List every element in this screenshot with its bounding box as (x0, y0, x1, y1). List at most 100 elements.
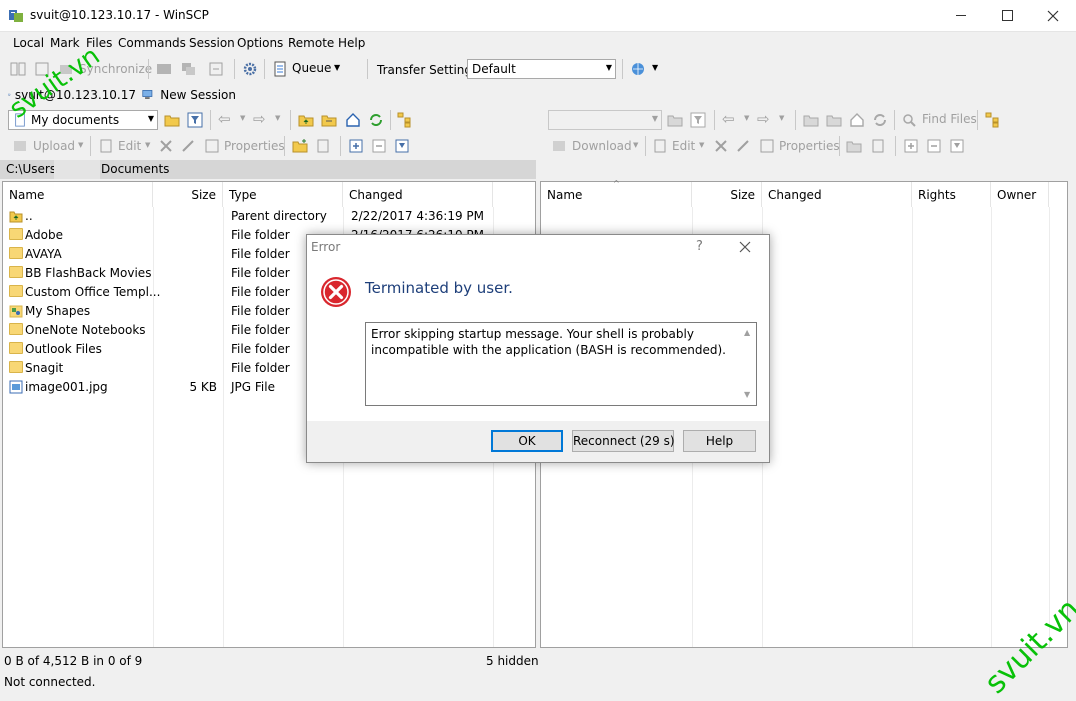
menu-session[interactable]: Session (189, 36, 235, 50)
remote-select-files-icon[interactable] (903, 138, 919, 154)
menu-commands[interactable]: Commands (118, 36, 186, 50)
column-header-changed[interactable]: Changed (762, 182, 912, 207)
transfer-settings-select[interactable]: Default▼ (467, 59, 616, 79)
toolbar-separator (977, 110, 978, 130)
filter-icon[interactable] (187, 112, 203, 128)
chevron-down-icon[interactable]: ▼ (334, 63, 340, 72)
local-nav-toolbar: My documents ▼ ⇦ ▼ ⇨ ▼ (0, 108, 536, 132)
remote-location-select[interactable]: ▼ (548, 110, 662, 130)
local-edit-button[interactable]: Edit (118, 139, 141, 153)
ok-button[interactable]: OK (491, 430, 563, 452)
hidden-files-count[interactable]: 5 hidden (486, 654, 539, 668)
table-row[interactable]: ..Parent directory2/22/2017 4:36:19 PM (3, 207, 493, 226)
remote-refresh-icon[interactable] (872, 112, 888, 128)
chevron-down-icon[interactable]: ▼ (779, 114, 784, 122)
root-directory-icon[interactable] (321, 112, 337, 128)
remote-new-folder-icon[interactable] (846, 138, 862, 154)
column-header-changed[interactable]: Changed (343, 182, 493, 207)
minimize-button[interactable] (938, 0, 984, 31)
column-header-type[interactable]: Type (223, 182, 343, 207)
remote-filter-files-icon[interactable] (949, 138, 965, 154)
remote-back-arrow-icon[interactable]: ⇦ (722, 110, 735, 128)
remote-home-icon[interactable] (849, 112, 865, 128)
remote-root-directory-icon[interactable] (826, 112, 842, 128)
globe-sync-icon[interactable] (630, 61, 646, 77)
parent-directory-icon[interactable] (298, 112, 314, 128)
toolbar-separator (264, 59, 265, 79)
new-file-icon[interactable] (315, 138, 331, 154)
remote-filter-icon[interactable] (690, 112, 706, 128)
select-files-icon[interactable] (348, 138, 364, 154)
maximize-button[interactable] (984, 0, 1030, 31)
remote-new-file-icon[interactable] (870, 138, 886, 154)
scroll-up-icon[interactable]: ▲ (744, 325, 750, 341)
remote-tree-view-icon[interactable] (985, 112, 1001, 128)
winscp-app-icon (8, 8, 24, 24)
column-header-size[interactable]: Size (692, 182, 762, 207)
column-header-rights[interactable]: Rights (912, 182, 991, 207)
compare-directories-icon[interactable] (10, 61, 26, 77)
file-name: .. (25, 209, 33, 223)
file-type: File folder (231, 285, 290, 299)
open-directory-icon[interactable] (208, 61, 224, 77)
remote-unselect-files-icon[interactable] (926, 138, 942, 154)
chevron-down-icon[interactable]: ▼ (744, 114, 749, 122)
reconnect-button[interactable]: Reconnect (29 s) (572, 430, 674, 452)
console-icon[interactable] (156, 61, 172, 77)
chevron-down-icon[interactable]: ▼ (78, 141, 83, 149)
refresh-icon[interactable] (368, 112, 384, 128)
home-icon[interactable] (345, 112, 361, 128)
column-header-name[interactable]: Name (3, 182, 153, 207)
chevron-down-icon[interactable]: ▼ (652, 63, 658, 72)
toolbar-separator (367, 59, 368, 79)
column-header-size[interactable]: Size (153, 182, 223, 207)
remote-parent-directory-icon[interactable] (803, 112, 819, 128)
menu-remote[interactable]: Remote (288, 36, 334, 50)
find-files-icon (901, 112, 917, 128)
dialog-help-button[interactable]: ? (696, 239, 703, 254)
menu-mark[interactable]: Mark (50, 36, 80, 50)
chevron-down-icon[interactable]: ▼ (145, 141, 150, 149)
putty-icon[interactable] (180, 61, 196, 77)
remote-rename-icon[interactable] (735, 138, 751, 154)
rename-icon[interactable] (180, 138, 196, 154)
forward-arrow-icon[interactable]: ⇨ (253, 110, 266, 128)
toolbar-separator (148, 59, 149, 79)
error-message-box[interactable]: Error skipping startup message. Your she… (365, 322, 757, 406)
menu-help[interactable]: Help (338, 36, 365, 50)
menu-local[interactable]: Local (13, 36, 44, 50)
remote-edit-button[interactable]: Edit (672, 139, 695, 153)
delete-icon[interactable] (158, 138, 174, 154)
download-button[interactable]: Download (572, 139, 632, 153)
chevron-down-icon[interactable]: ▼ (240, 114, 245, 122)
unselect-files-icon[interactable] (371, 138, 387, 154)
tab-new-session[interactable]: New Session (140, 85, 236, 105)
upload-button[interactable]: Upload (33, 139, 75, 153)
open-folder-icon[interactable] (164, 112, 180, 128)
chevron-down-icon[interactable]: ▼ (633, 141, 638, 149)
queue-button[interactable]: Queue (292, 61, 331, 75)
back-arrow-icon[interactable]: ⇦ (218, 110, 231, 128)
find-files-button[interactable]: Find Files (922, 112, 977, 126)
remote-forward-arrow-icon[interactable]: ⇨ (757, 110, 770, 128)
help-button[interactable]: Help (683, 430, 756, 452)
gear-icon[interactable] (242, 61, 258, 77)
chevron-down-icon[interactable]: ▼ (699, 141, 704, 149)
menu-options[interactable]: Options (237, 36, 283, 50)
toolbar-separator (795, 110, 796, 130)
connection-status-bar: Not connected. (0, 672, 1076, 693)
dialog-close-icon[interactable] (739, 241, 751, 253)
tree-view-icon[interactable] (397, 112, 413, 128)
scroll-down-icon[interactable]: ▼ (744, 387, 750, 403)
close-window-button[interactable] (1030, 0, 1076, 31)
local-properties-button[interactable]: Properties (224, 139, 285, 153)
local-location-value: My documents (31, 113, 119, 127)
chevron-down-icon[interactable]: ▼ (275, 114, 280, 122)
message-scrollbar[interactable]: ▲ ▼ (740, 323, 756, 405)
remote-properties-button[interactable]: Properties (779, 139, 840, 153)
remote-open-folder-icon[interactable] (667, 112, 683, 128)
new-folder-icon[interactable] (292, 138, 308, 154)
remote-delete-icon[interactable] (713, 138, 729, 154)
filter-files-icon[interactable] (394, 138, 410, 154)
column-header-owner[interactable]: Owner (991, 182, 1049, 207)
